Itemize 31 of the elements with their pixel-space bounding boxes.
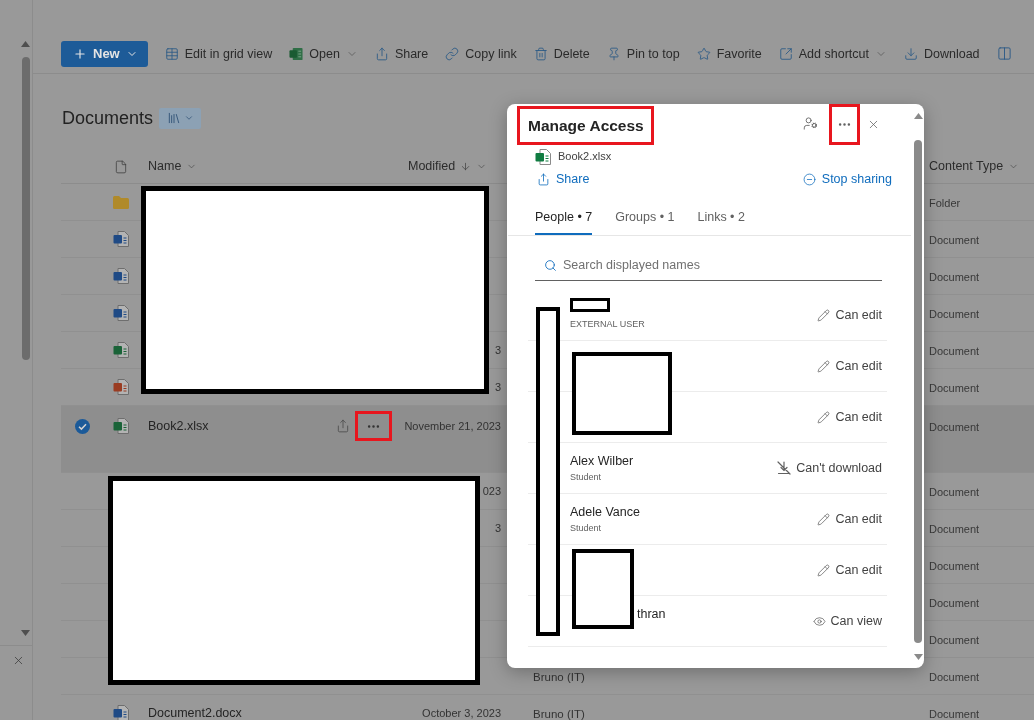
person-name: Adele Vance <box>570 504 640 520</box>
modified-by: Bruno (IT) <box>533 671 585 683</box>
modified-date: 3 <box>494 344 501 356</box>
content-type: Document <box>929 634 980 646</box>
modified-date: October 3, 2023 <box>422 707 501 719</box>
content-type: Document <box>929 560 980 572</box>
modified-date: November 21, 2023 <box>404 420 501 432</box>
content-type: Document <box>929 271 980 283</box>
content-type: Document <box>929 708 980 720</box>
content-type: Document <box>929 382 980 394</box>
library-title: Documents <box>62 106 154 130</box>
person-role: Student <box>570 522 603 534</box>
file-name: Book2.xlsx <box>558 150 612 163</box>
person-name: Alex Wilber <box>570 453 634 469</box>
modified-by: Bruno (IT) <box>533 708 585 720</box>
person-name: thran <box>637 606 666 622</box>
panel-title: Manage Access <box>528 115 644 136</box>
content-type: Document <box>929 671 980 683</box>
modified-date: 023 <box>482 485 501 497</box>
person-role: Student <box>570 471 603 483</box>
content-type: Document <box>929 308 980 320</box>
content-type: Document <box>929 523 980 535</box>
person-role: EXTERNAL USER <box>570 318 645 330</box>
content-type: Document <box>929 345 980 357</box>
content-type: Folder <box>929 197 961 209</box>
content-type: Document <box>929 486 980 498</box>
content-type: Document <box>929 421 980 433</box>
modified-date: 3 <box>494 381 501 393</box>
modified-date: 3 <box>494 522 501 534</box>
content-type: Document <box>929 234 980 246</box>
content-type: Document <box>929 597 980 609</box>
